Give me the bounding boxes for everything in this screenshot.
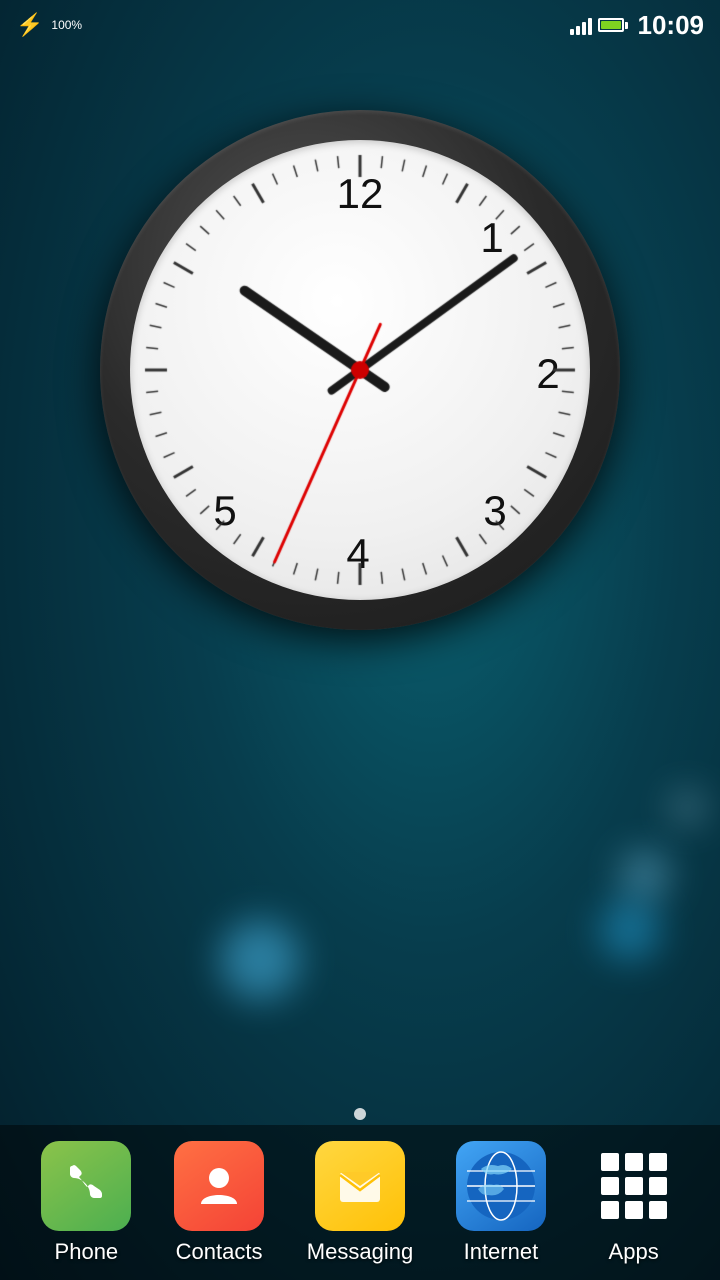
battery-icon — [598, 18, 628, 32]
page-indicator — [354, 1108, 366, 1120]
clock-outer-ring: // This will be done via the JS below 12… — [100, 110, 620, 630]
apps-label: Apps — [609, 1239, 659, 1265]
contacts-icon — [174, 1141, 264, 1231]
messaging-icon — [315, 1141, 405, 1231]
page-dot-active — [354, 1108, 366, 1120]
dock-item-contacts[interactable]: Contacts — [174, 1141, 264, 1265]
battery-status-left: 100% — [51, 19, 82, 31]
dock-item-internet[interactable]: Internet — [456, 1141, 546, 1265]
internet-label: Internet — [464, 1239, 539, 1265]
dock: Phone Contacts Messaging — [0, 1125, 720, 1280]
internet-icon — [456, 1141, 546, 1231]
clock-face: // This will be done via the JS below 12… — [130, 140, 590, 600]
apps-icon — [589, 1141, 679, 1231]
messaging-label: Messaging — [307, 1239, 413, 1265]
dock-item-phone[interactable]: Phone — [41, 1141, 131, 1265]
status-bar: ⚡ 100% 10:09 — [0, 0, 720, 50]
clock-time: 10:09 — [638, 10, 705, 41]
phone-label: Phone — [55, 1239, 119, 1265]
dock-item-messaging[interactable]: Messaging — [307, 1141, 413, 1265]
dock-item-apps[interactable]: Apps — [589, 1141, 679, 1265]
phone-icon — [41, 1141, 131, 1231]
signal-icon — [570, 15, 592, 35]
contacts-label: Contacts — [176, 1239, 263, 1265]
clock-widget[interactable]: // This will be done via the JS below 12… — [100, 110, 620, 630]
battery-percent-label: 100% — [51, 19, 82, 31]
usb-icon: ⚡ — [16, 12, 43, 38]
